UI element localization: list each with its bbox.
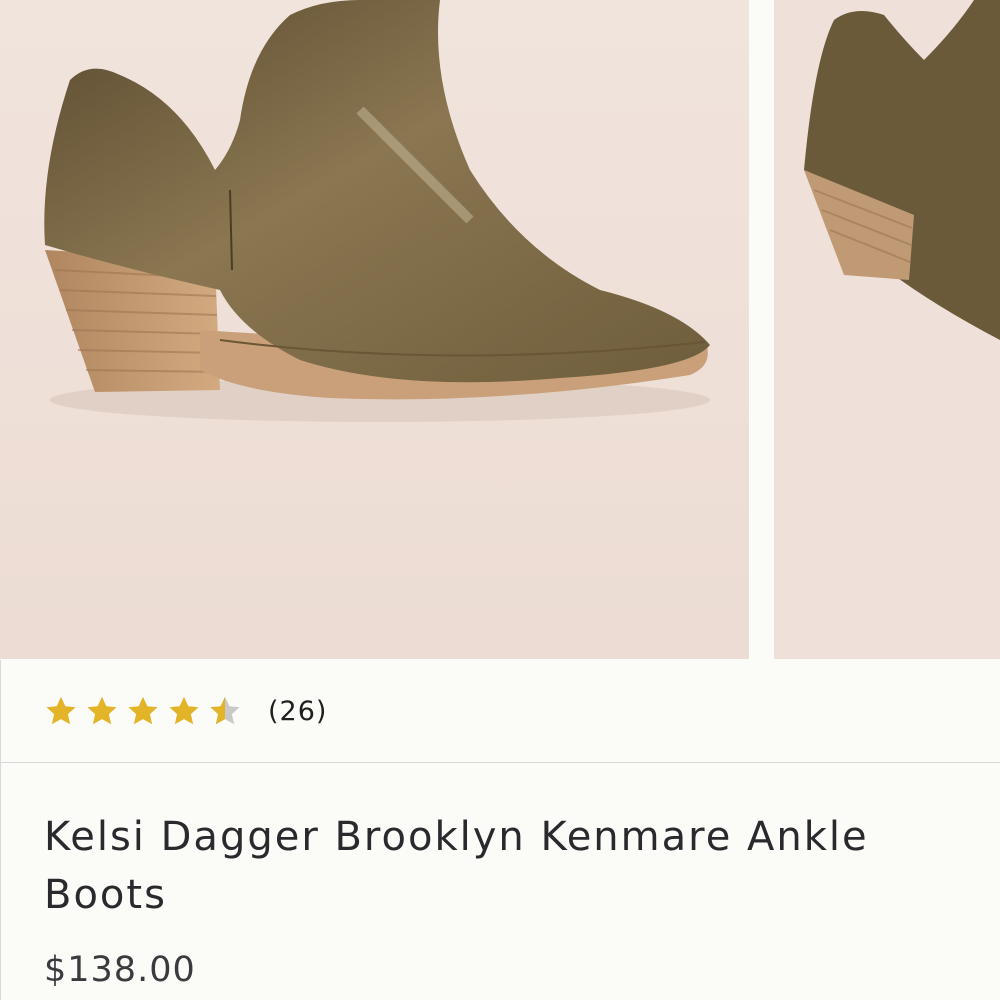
- star-icon: [43, 693, 79, 729]
- product-title: Kelsi Dagger Brooklyn Kenmare Ankle Boot…: [44, 814, 869, 918]
- star-icon: [125, 693, 161, 729]
- review-count-link[interactable]: (26): [268, 694, 327, 730]
- left-border: [0, 660, 1, 1000]
- divider: [0, 762, 1000, 763]
- boot-photo-angle: [774, 0, 1000, 659]
- star-icon: [166, 693, 202, 729]
- boot-photo: [0, 0, 749, 659]
- product-page: (26) Kelsi Dagger Brooklyn Kenmare Ankle…: [0, 0, 1000, 1000]
- product-price: $138.00: [44, 950, 196, 990]
- half-star-icon: [207, 693, 243, 729]
- product-image-next[interactable]: [774, 0, 1000, 659]
- rating-stars[interactable]: [43, 693, 248, 729]
- product-image-main[interactable]: [0, 0, 749, 659]
- product-image-gallery[interactable]: [0, 0, 1000, 660]
- star-icon: [84, 693, 120, 729]
